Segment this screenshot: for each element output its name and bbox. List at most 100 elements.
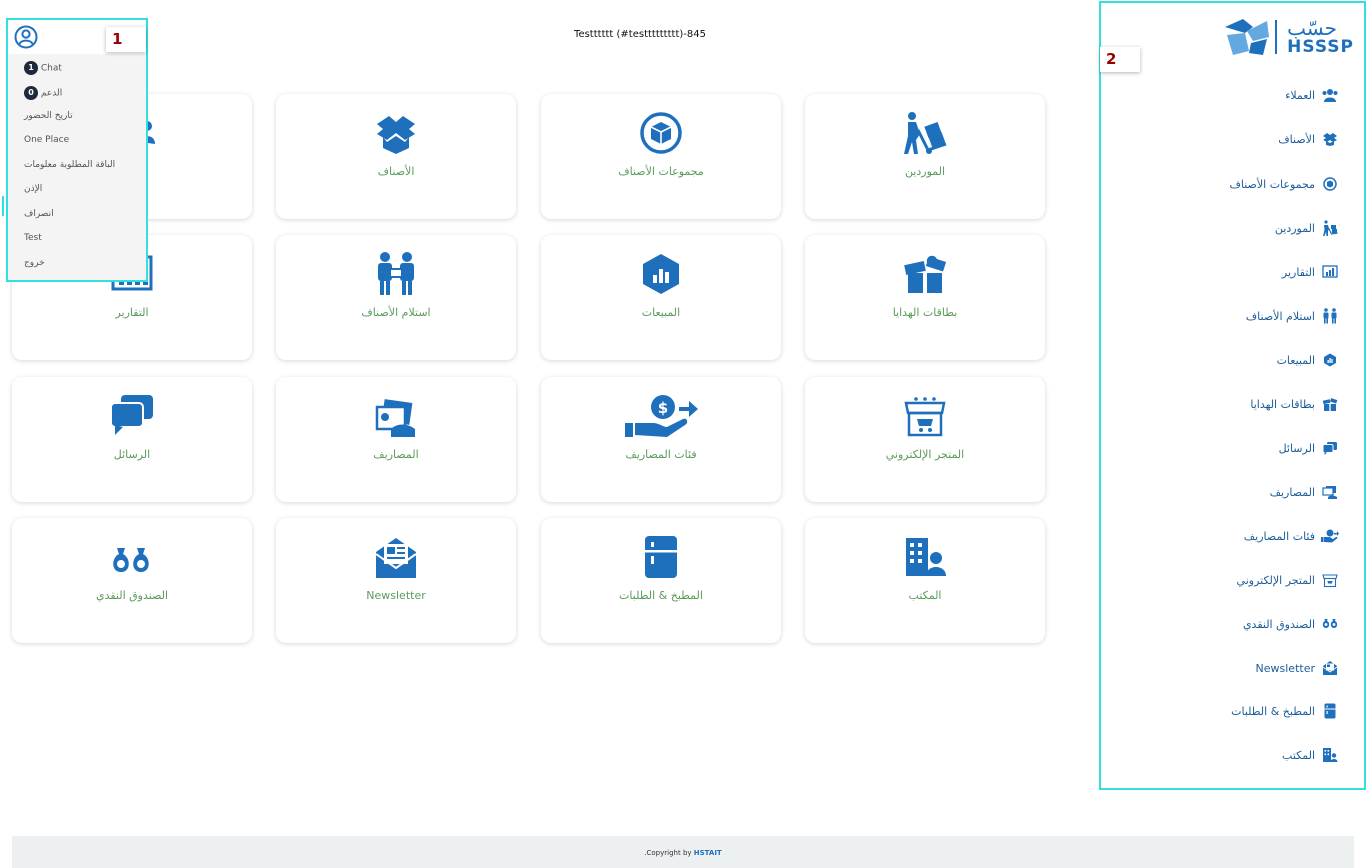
menu-item-attendance-history[interactable]: تاريخ الحضور xyxy=(24,111,73,121)
sidebar-item-label: المتجر الإلكتروني xyxy=(1236,573,1315,587)
sidebar-item-items[interactable]: الأصناف xyxy=(1278,129,1339,149)
sidebar-item-label: الرسائل xyxy=(1278,441,1315,455)
fridge-icon xyxy=(1321,703,1339,719)
card-label: بطاقات الهدايا xyxy=(892,306,958,319)
logo-latin-text: HSSSP xyxy=(1287,36,1354,57)
users-icon xyxy=(1321,87,1339,103)
sidebar-item-item-groups[interactable]: مجموعات الأصناف xyxy=(1229,174,1339,194)
card-label: استلام الأصناف xyxy=(361,306,431,319)
sidebar-item-label: بطاقات الهدايا xyxy=(1250,397,1315,411)
card-kitchen-orders[interactable]: المطبخ & الطلبات xyxy=(541,518,781,643)
menu-item-required-package[interactable]: الباقة المطلوبة معلومات xyxy=(24,160,115,170)
sidebar-item-messages[interactable]: الرسائل xyxy=(1279,438,1339,458)
sidebar-item-label: فئات المصاريف xyxy=(1243,529,1315,543)
sidebar-item-newsletter[interactable]: Newsletter xyxy=(1256,658,1339,678)
menu-item-label: Chat xyxy=(40,63,62,74)
sidebar-item-receive-items[interactable]: استلام الأصناف xyxy=(1246,306,1339,326)
support-count-badge: 0 xyxy=(24,86,38,100)
sidebar-item-expenses[interactable]: المصاريف xyxy=(1270,482,1339,502)
sidebar-item-kitchen-orders[interactable]: المطبخ & الطلبات xyxy=(1231,701,1339,721)
dolly-icon xyxy=(805,110,1045,156)
newsletter-icon xyxy=(276,534,516,580)
sales-icon xyxy=(1321,352,1339,368)
card-cash-box[interactable]: الصندوق النقدي xyxy=(12,518,252,643)
user-dropdown-menu: 1 Chat 0 الدعم تاريخ الحضور One Place ال… xyxy=(6,18,148,282)
store-icon xyxy=(1321,572,1339,588)
gift-icon xyxy=(805,251,1045,297)
sidebar-item-label: المطبخ & الطلبات xyxy=(1231,704,1315,718)
user-avatar-icon[interactable] xyxy=(14,25,38,53)
card-expenses[interactable]: المصاريف xyxy=(276,377,516,502)
card-newsletter[interactable]: Newsletter xyxy=(276,518,516,643)
menu-item-check-out[interactable]: انصراف xyxy=(24,209,54,219)
sidebar-item-customers[interactable]: العملاء xyxy=(1285,85,1339,105)
scroll-indicator xyxy=(2,196,4,216)
annotation-marker-2: 2 xyxy=(1100,47,1140,72)
sidebar-item-label: الصندوق النقدي xyxy=(1242,617,1315,631)
menu-item-test[interactable]: Test xyxy=(24,233,42,243)
card-label: المكتب xyxy=(908,589,942,602)
card-expense-categories[interactable]: $ فئات المصاريف xyxy=(541,377,781,502)
card-messages[interactable]: الرسائل xyxy=(12,377,252,502)
office-icon xyxy=(1321,747,1339,763)
card-label: المطبخ & الطلبات xyxy=(619,589,703,602)
sidebar-item-suppliers[interactable]: الموردين xyxy=(1275,218,1339,238)
card-suppliers[interactable]: الموردين xyxy=(805,94,1045,219)
sidebar-nav: حسّب HSSSP العملاء الأصناف مجموعات الأصن… xyxy=(1099,1,1366,790)
money-hand-icon: $ xyxy=(541,393,781,439)
sidebar-item-gift-cards[interactable]: بطاقات الهدايا xyxy=(1250,394,1339,414)
box-circle-icon xyxy=(1321,176,1339,192)
sidebar-item-label: المكتب xyxy=(1282,748,1315,762)
card-label: الصندوق النقدي xyxy=(95,589,169,602)
page-header-title: Testttttt (#testtttttttt)-845 xyxy=(574,29,706,40)
box-circle-icon xyxy=(541,110,781,156)
card-sales[interactable]: المبيعات xyxy=(541,235,781,360)
logo-divider xyxy=(1275,20,1278,54)
sidebar-item-label: Newsletter xyxy=(1255,661,1315,675)
sidebar-item-label: المصاريف xyxy=(1269,485,1315,499)
sidebar-item-online-store[interactable]: المتجر الإلكتروني xyxy=(1237,570,1339,590)
box-icon xyxy=(276,110,516,156)
expenses-icon xyxy=(276,393,516,439)
card-label: الموردين xyxy=(904,165,946,178)
sidebar-item-sales[interactable]: المبيعات xyxy=(1277,350,1339,370)
money-hand-icon xyxy=(1321,528,1339,544)
menu-item-logout[interactable]: خروج xyxy=(24,258,45,268)
logo-mark-icon xyxy=(1225,19,1270,55)
card-label: المتجر الإلكتروني xyxy=(885,448,965,461)
gift-icon xyxy=(1321,396,1339,412)
card-label: Newsletter xyxy=(366,589,426,602)
menu-item-permission[interactable]: الإذن xyxy=(24,184,42,194)
footer-brand-link[interactable]: HSTAIT xyxy=(694,849,722,857)
menu-item-chat[interactable]: 1 Chat xyxy=(24,61,62,75)
card-item-groups[interactable]: مجموعات الأصناف xyxy=(541,94,781,219)
sidebar-item-label: مجموعات الأصناف xyxy=(1229,177,1315,191)
svg-text:$: $ xyxy=(658,399,668,417)
sidebar-item-label: الموردين xyxy=(1274,221,1315,235)
menu-item-support[interactable]: 0 الدعم xyxy=(24,86,62,100)
office-icon xyxy=(805,534,1045,580)
sidebar-item-label: استلام الأصناف xyxy=(1245,309,1315,323)
menu-item-one-place[interactable]: One Place xyxy=(24,135,69,145)
annotation-marker-1: 1 xyxy=(106,27,146,52)
card-label: المصاريف xyxy=(373,448,419,461)
sidebar-item-label: العملاء xyxy=(1285,88,1315,102)
brand-logo[interactable]: حسّب HSSSP xyxy=(1223,17,1354,57)
card-gift-cards[interactable]: بطاقات الهدايا xyxy=(805,235,1045,360)
sidebar-item-expense-categories[interactable]: فئات المصاريف xyxy=(1244,526,1339,546)
card-receive-items[interactable]: استلام الأصناف xyxy=(276,235,516,360)
sidebar-item-cash-box[interactable]: الصندوق النقدي xyxy=(1243,614,1339,634)
card-items[interactable]: الأصناف xyxy=(276,94,516,219)
handover-icon xyxy=(276,251,516,297)
dolly-icon xyxy=(1321,220,1339,236)
footer-prefix: Copyright by xyxy=(646,849,694,857)
sidebar-item-office[interactable]: المكتب xyxy=(1282,745,1339,765)
sidebar-item-reports[interactable]: التقارير xyxy=(1282,262,1339,282)
card-label: التقارير xyxy=(115,306,149,319)
card-label: الأصناف xyxy=(377,165,415,178)
card-office[interactable]: المكتب xyxy=(805,518,1045,643)
fridge-icon xyxy=(541,534,781,580)
store-icon xyxy=(805,393,1045,439)
card-online-store[interactable]: المتجر الإلكتروني xyxy=(805,377,1045,502)
money-bags-icon xyxy=(12,534,252,580)
